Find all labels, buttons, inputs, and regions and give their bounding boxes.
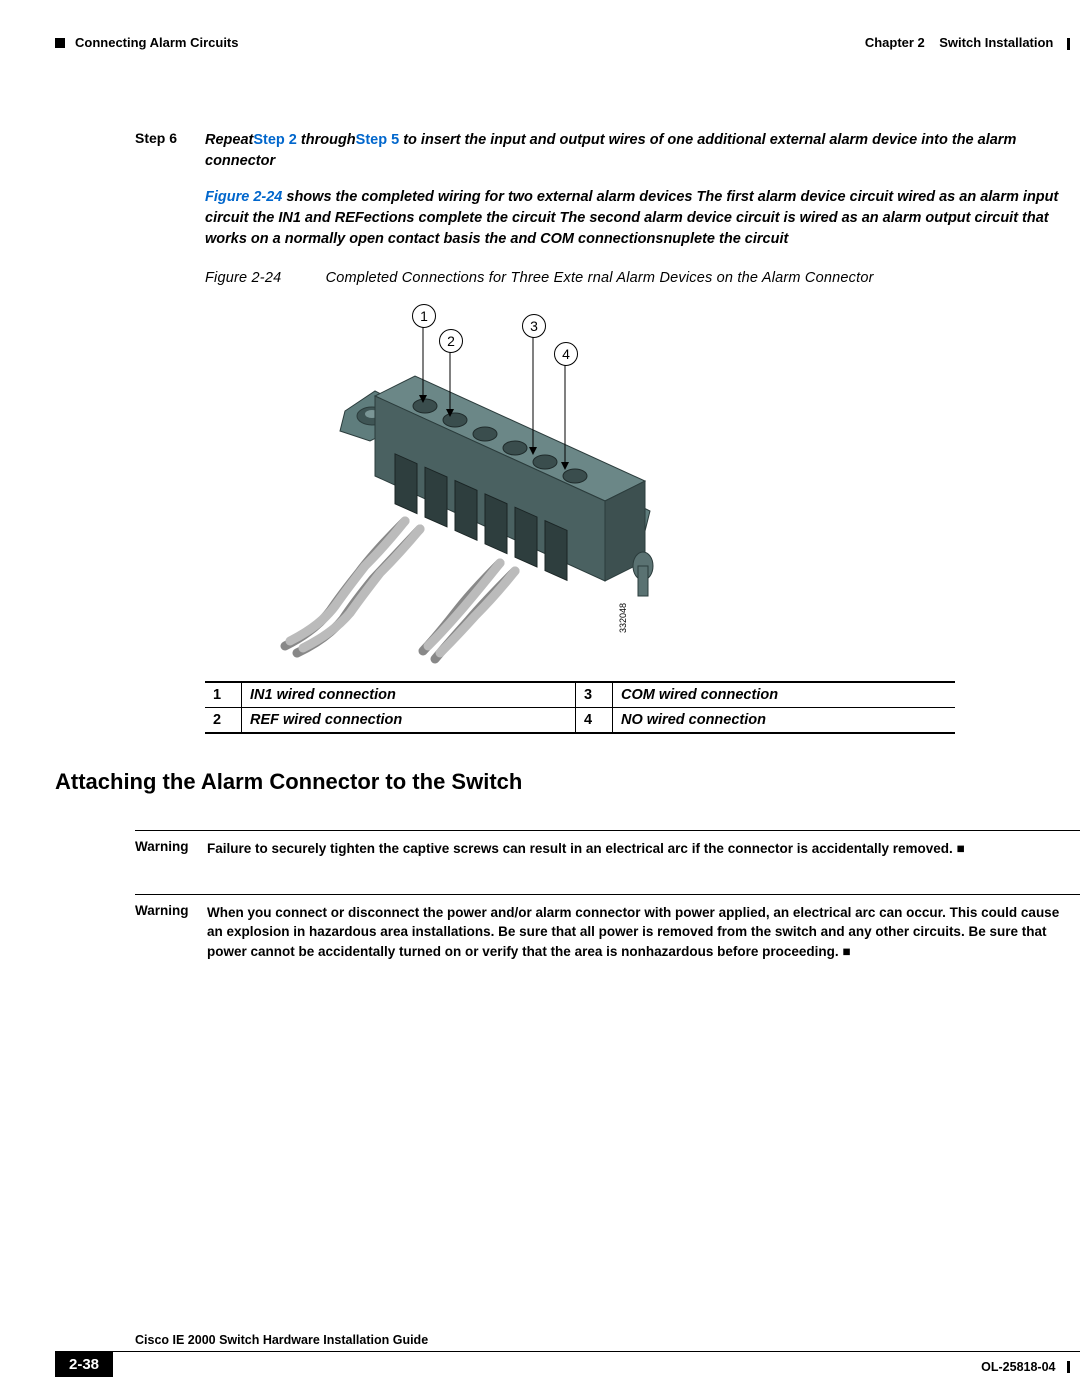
legend-cell: 2	[205, 708, 242, 734]
warning-block-1: Warning Failure to securely tighten the …	[135, 830, 1080, 859]
legend-cell: NO wired connection	[612, 708, 955, 734]
step-6-label: Step 6	[135, 130, 205, 172]
chapter-num: Chapter 2	[865, 35, 925, 50]
step6-mid1: through	[297, 132, 356, 148]
content-area: Step 6 RepeatStep 2 throughStep 5 to ins…	[55, 130, 1080, 996]
table-row: 1 IN1 wired connection 3 COM wired conne…	[205, 682, 955, 708]
header-square-icon	[55, 38, 65, 48]
legend-cell: 1	[205, 682, 242, 708]
callout-4: 4	[554, 342, 578, 366]
legend-cell: REF wired connection	[242, 708, 576, 734]
footer-line: 2-38 OL-25818-04	[55, 1351, 1080, 1377]
warning-block-2: Warning When you connect or disconnect t…	[135, 894, 1080, 962]
step-6-row: Step 6 RepeatStep 2 throughStep 5 to ins…	[135, 130, 1080, 172]
page-number-badge: 2-38	[55, 1352, 113, 1377]
alarm-connector-diagram: 1 2 3 4 332048	[205, 301, 1080, 671]
page-footer: Cisco IE 2000 Switch Hardware Installati…	[55, 1333, 1080, 1377]
doc-id: OL-25818-04	[981, 1360, 1055, 1374]
header-right: Chapter 2 Switch Installation	[865, 35, 1080, 50]
legend-cell: IN1 wired connection	[242, 682, 576, 708]
chapter-title: Switch Installation	[939, 35, 1053, 50]
legend-cell: 3	[575, 682, 612, 708]
table-row: 2 REF wired connection 4 NO wired connec…	[205, 708, 955, 734]
figure-title: Completed Connections for Three Exte rna…	[326, 270, 874, 286]
figure-legend-table: 1 IN1 wired connection 3 COM wired conne…	[205, 681, 955, 734]
section-name: Connecting Alarm Circuits	[75, 35, 238, 50]
footer-right: OL-25818-04	[981, 1356, 1080, 1374]
warning-body: Failure to securely tighten the captive …	[207, 830, 1080, 859]
header-bar-icon	[1067, 38, 1070, 50]
footer-bar-icon	[1067, 1361, 1070, 1373]
step5-link[interactable]: Step 5	[356, 132, 400, 148]
step2-link[interactable]: Step 2	[253, 132, 297, 148]
figure-caption: Figure 2-24 Completed Connections for Th…	[205, 270, 1080, 286]
warning-label: Warning	[135, 894, 207, 962]
callout-1: 1	[412, 304, 436, 328]
legend-cell: COM wired connection	[612, 682, 955, 708]
page-header: Connecting Alarm Circuits Chapter 2 Swit…	[55, 35, 1080, 50]
image-number: 332048	[618, 603, 628, 633]
step-6-body: RepeatStep 2 throughStep 5 to insert the…	[205, 130, 1080, 172]
connector-svg	[205, 301, 685, 671]
section-heading: Attaching the Alarm Connector to the Swi…	[55, 769, 1080, 795]
paragraph-1: Figure 2-24 shows the completed wiring f…	[205, 187, 1080, 250]
figure-2-24-link[interactable]: Figure 2-24	[205, 189, 282, 205]
step6-pre: Repeat	[205, 132, 253, 148]
header-left: Connecting Alarm Circuits	[55, 35, 238, 50]
legend-cell: 4	[575, 708, 612, 734]
warning-label: Warning	[135, 830, 207, 859]
figure-number: Figure 2-24	[205, 270, 281, 286]
footer-doc-title: Cisco IE 2000 Switch Hardware Installati…	[135, 1333, 1080, 1347]
para1-text: shows the completed wiring for two exter…	[205, 189, 1058, 247]
warning-body: When you connect or disconnect the power…	[207, 894, 1080, 962]
callout-3: 3	[522, 314, 546, 338]
callout-2: 2	[439, 329, 463, 353]
